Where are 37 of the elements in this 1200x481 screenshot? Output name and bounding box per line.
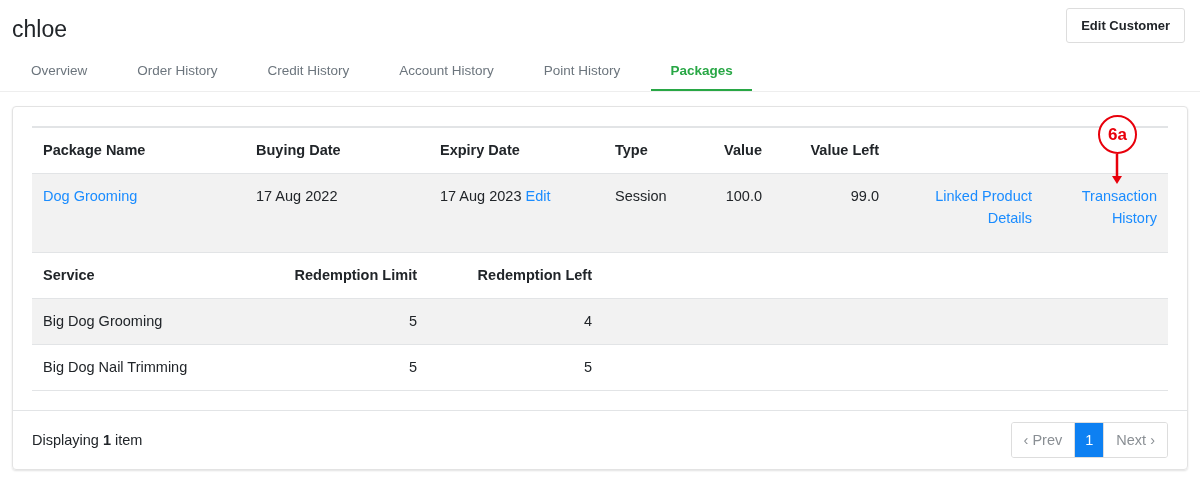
annotation-badge: 6a: [1098, 115, 1137, 154]
table-cell: Session: [615, 188, 667, 204]
column-header: Service: [43, 267, 95, 283]
table-cell: 100.0: [725, 188, 762, 204]
package-name-link[interactable]: Dog Grooming: [43, 188, 138, 204]
column-header: Expiry Date: [440, 142, 520, 158]
tab[interactable]: Overview: [12, 54, 107, 91]
edit-link[interactable]: Edit: [525, 188, 551, 204]
annotation-arrow: [1112, 154, 1122, 184]
table-cell: 17 Aug 2022: [256, 188, 338, 204]
table-cell: 17 Aug 2023: [440, 188, 522, 204]
column-header: Package Name: [43, 142, 146, 158]
transaction-history-link[interactable]: Transaction History: [1054, 185, 1157, 229]
column-header: Buying Date: [256, 142, 341, 158]
tab[interactable]: Order History: [118, 54, 237, 91]
linked-product-details-link[interactable]: Linked Product Details: [901, 185, 1032, 229]
next-page-button[interactable]: Next ›: [1103, 423, 1167, 457]
column-header: Type: [615, 142, 648, 158]
table-cell: Big Dog Grooming: [43, 313, 163, 329]
column-header: Value Left: [810, 142, 879, 158]
table-cell: Big Dog Nail Trimming: [43, 359, 188, 375]
tab[interactable]: Point History: [524, 54, 640, 91]
table-cell: 5: [583, 359, 592, 375]
tab[interactable]: Account History: [380, 54, 513, 91]
column-header: Value: [724, 142, 762, 158]
table-cell: 5: [408, 359, 417, 375]
page-button[interactable]: 1: [1074, 423, 1104, 457]
table-cell: 99.0: [850, 188, 879, 204]
column-header: Redemption Limit: [294, 267, 417, 283]
table-cell: 4: [583, 313, 592, 329]
table-cell: 5: [408, 313, 417, 329]
tab[interactable]: Credit History: [248, 54, 369, 91]
item-count: Displaying 1 item: [32, 432, 143, 448]
tab[interactable]: Packages: [651, 54, 752, 91]
edit-customer-button[interactable]: Edit Customer: [1066, 8, 1185, 43]
customer-name: chloe: [12, 15, 67, 43]
column-header: Redemption Left: [477, 267, 592, 283]
